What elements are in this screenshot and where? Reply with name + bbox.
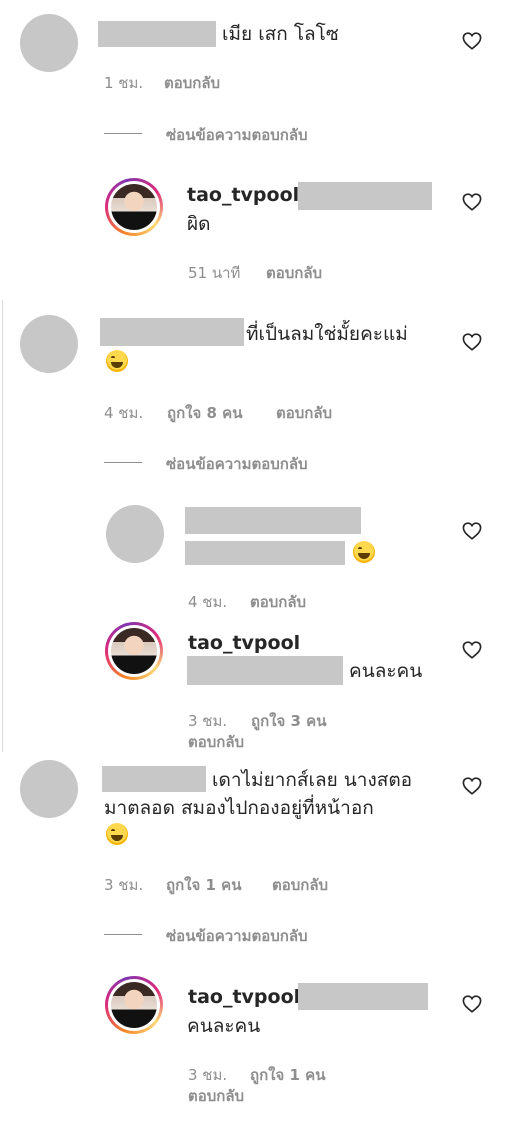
reply-button[interactable]: ตอบกลับ (276, 401, 332, 425)
reply-button[interactable]: ตอบกลับ (164, 71, 220, 95)
comment-text-line-2: มาตลอด สมองไปกองอยู่ที่หน้าอก (104, 797, 374, 819)
redacted-username[interactable] (100, 318, 244, 346)
comment-text: เมีย เสก โลโซ (222, 23, 339, 45)
heart-icon[interactable] (462, 995, 482, 1013)
comment-time: 4 ชม. (104, 404, 144, 422)
heart-icon[interactable] (462, 193, 482, 211)
avatar[interactable] (20, 14, 78, 72)
redacted-username[interactable] (98, 21, 216, 47)
redacted-text (187, 656, 343, 685)
reply-button[interactable]: ตอบกลับ (188, 730, 244, 754)
reply-text: คนละคน (187, 1015, 261, 1037)
heart-icon[interactable] (462, 641, 482, 659)
redacted-text (298, 983, 428, 1010)
laughing-emoji-icon (106, 350, 128, 372)
replies-divider (104, 462, 142, 463)
reply-button[interactable]: ตอบกลับ (250, 590, 306, 614)
comment-time: 3 ชม. (104, 876, 144, 894)
redacted-text (298, 182, 432, 210)
comment-text-line-1: เดาไม่ยากส์เลย นางสตอ (212, 769, 413, 791)
thread-guide-line (2, 300, 3, 752)
heart-icon[interactable] (462, 333, 482, 351)
heart-icon[interactable] (462, 522, 482, 540)
avatar[interactable] (20, 760, 78, 818)
avatar[interactable] (20, 315, 78, 373)
reply-button[interactable]: ตอบกลับ (272, 873, 328, 897)
redacted-text (185, 541, 345, 565)
redacted-username[interactable] (102, 766, 206, 792)
likes-count[interactable]: ถูกใจ 3 คน (251, 709, 326, 733)
hide-replies-button[interactable]: ซ่อนข้อความตอบกลับ (166, 452, 308, 476)
reply-username[interactable]: tao_tvpool (187, 184, 299, 206)
reply-text: คนละคน (349, 660, 423, 682)
likes-count[interactable]: ถูกใจ 8 คน (167, 401, 242, 425)
replies-divider (104, 934, 142, 935)
reply-username[interactable]: tao_tvpool (188, 986, 300, 1008)
avatar[interactable] (105, 178, 163, 236)
avatar[interactable] (105, 976, 163, 1034)
reply-button[interactable]: ตอบกลับ (266, 261, 322, 285)
hide-replies-button[interactable]: ซ่อนข้อความตอบกลับ (166, 123, 308, 147)
likes-count[interactable]: ถูกใจ 1 คน (166, 873, 241, 897)
replies-divider (104, 133, 142, 134)
heart-icon[interactable] (462, 32, 482, 50)
avatar[interactable] (105, 622, 163, 680)
comment-text: ที่เป็นลมใช่มั้ยคะแม่ (246, 323, 408, 345)
hide-replies-button[interactable]: ซ่อนข้อความตอบกลับ (166, 924, 308, 948)
reply-button[interactable]: ตอบกลับ (188, 1084, 244, 1108)
laughing-emoji-icon (353, 541, 375, 563)
reply-text: ผิด (187, 213, 211, 235)
laughing-emoji-icon (106, 823, 128, 845)
comment-time: 1 ชม. (104, 74, 144, 92)
redacted-username[interactable] (185, 507, 361, 534)
reply-username[interactable]: tao_tvpool (188, 632, 300, 654)
reply-time: 51 นาที (188, 264, 241, 282)
avatar[interactable] (106, 505, 164, 563)
reply-time: 4 ชม. (188, 593, 228, 611)
heart-icon[interactable] (462, 777, 482, 795)
likes-count[interactable]: ถูกใจ 1 คน (250, 1063, 325, 1087)
